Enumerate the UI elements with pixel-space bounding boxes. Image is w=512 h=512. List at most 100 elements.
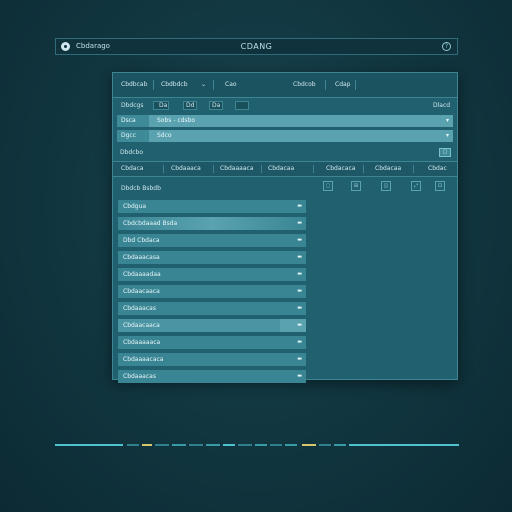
chevron-icon: ▬ — [297, 339, 302, 345]
columns-icon[interactable]: ◫ — [381, 181, 391, 191]
timeline-segment — [255, 444, 267, 446]
divider — [325, 80, 326, 90]
chevron-icon: ▬ — [297, 322, 302, 328]
window-title: CDANG — [240, 42, 273, 51]
column-header[interactable]: Cbdaaaaca — [220, 165, 254, 172]
chevron-icon: ▬ — [297, 203, 302, 209]
help-icon[interactable]: ? — [442, 42, 451, 51]
column-header[interactable]: Cbdacaa — [268, 165, 294, 172]
filter-cell[interactable]: Cdap — [335, 81, 350, 88]
list-item-label: Cbdaacaaca — [123, 322, 160, 329]
chevron-icon: ▬ — [297, 373, 302, 379]
timeline-segment — [206, 444, 220, 446]
timeline-segment — [238, 444, 252, 446]
column-header[interactable]: Cbdaaaca — [171, 165, 201, 172]
list-item-label: Cbdcbdaaad Bsda — [123, 220, 178, 227]
option-box[interactable] — [235, 101, 249, 110]
option-row: Dbdcgs Da Dd Da Dlacd — [113, 98, 457, 114]
chevron-icon: ▬ — [297, 237, 302, 243]
dropdown-field[interactable]: Dsca Sobs - cdsbo ▾ — [117, 115, 453, 127]
chevron-down-icon[interactable]: ⌄ — [201, 81, 206, 88]
list-item-label: Cbdaacaaca — [123, 288, 160, 295]
list-item-label: Cbdaaacas — [123, 373, 156, 380]
timeline-segment — [349, 444, 459, 446]
expand-button[interactable]: ▢ — [439, 148, 451, 157]
chevron-down-icon[interactable]: ▾ — [446, 130, 449, 142]
timeline-segment — [142, 444, 152, 446]
divider — [213, 80, 214, 90]
field-label: Dsca — [117, 115, 149, 127]
column-header-row: Cbdaca Cbdaaaca Cbdaaaaca Cbdacaa Cbdaca… — [113, 161, 457, 177]
list-item[interactable]: Cbdaaacas ▬ — [118, 370, 306, 383]
timeline-segment — [55, 444, 123, 446]
chevron-icon: ▬ — [297, 288, 302, 294]
list-item[interactable]: Cbdaaaadaa ▬ — [118, 268, 306, 281]
divider — [313, 165, 314, 173]
timeline-segment — [285, 444, 297, 446]
divider — [355, 80, 356, 90]
list-item-selected[interactable]: Cbdaacaaca ▬ — [118, 319, 306, 332]
chevron-icon: ▬ — [297, 271, 302, 277]
list-item[interactable]: Cbdaaaacaca ▬ — [118, 353, 306, 366]
divider — [213, 165, 214, 173]
list-item[interactable]: Cbdgua ▬ — [118, 200, 306, 213]
timeline-segment — [334, 444, 346, 446]
filter-cell[interactable]: Cbdbdcb — [161, 81, 188, 88]
grid-icon[interactable]: ▢ — [323, 181, 333, 191]
chevron-down-icon[interactable]: ▾ — [446, 115, 449, 127]
option-label: Dlacd — [433, 102, 451, 109]
list-item-label: Cbdaaaadaa — [123, 271, 161, 278]
timeline-segment — [172, 444, 186, 446]
expand-icon[interactable]: ⤢ — [411, 181, 421, 191]
timeline-segment — [127, 444, 139, 446]
timeline-segment — [319, 444, 331, 446]
option-value: Dd — [186, 102, 195, 109]
list-item-label: Cbdaaacasa — [123, 254, 160, 261]
selection-highlight — [280, 319, 306, 332]
divider — [153, 80, 154, 90]
chevron-icon: ▬ — [297, 356, 302, 362]
filter-cell[interactable]: Cbdcob — [293, 81, 316, 88]
list-item[interactable]: Dbd Cbdaca ▬ — [118, 234, 306, 247]
chevron-icon: ▬ — [297, 220, 302, 226]
column-header[interactable]: Cbdac — [428, 165, 447, 172]
list-item-label: Cbdaaaaaca — [123, 339, 161, 346]
column-header[interactable]: Cbdacaa — [375, 165, 401, 172]
divider — [363, 165, 364, 173]
list-item[interactable]: Cbdcbdaaad Bsda ▬ — [118, 217, 306, 230]
timeline-segment — [189, 444, 203, 446]
main-panel: Cbdbcab Cbdbdcb ⌄ Cao Cbdcob Cdap Dbdcgs… — [112, 72, 458, 383]
section-title: Dbdcb Bsbdb — [121, 185, 161, 192]
title-bar: Cbdarago CDANG ? — [55, 38, 458, 55]
filter-row: Cbdbcab Cbdbdcb ⌄ Cao Cbdcob Cdap — [113, 73, 457, 98]
list-item-label: Cbdaaacas — [123, 305, 156, 312]
chevron-icon: ▬ — [297, 254, 302, 260]
timeline-segment — [155, 444, 169, 446]
field-value: Sdco — [157, 132, 172, 139]
filter-cell[interactable]: Cao — [225, 81, 237, 88]
table-icon[interactable]: ⊞ — [351, 181, 361, 191]
timeline-segment — [223, 444, 235, 446]
option-label: Dbdcgs — [121, 102, 144, 109]
divider — [261, 165, 262, 173]
field-value: Sobs - cdsbo — [157, 117, 196, 124]
dropdown-field[interactable]: Dgcc Sdco ▾ — [117, 130, 453, 142]
list-item[interactable]: Cbdaacaaca ▬ — [118, 285, 306, 298]
progress-timeline[interactable] — [55, 444, 459, 446]
chevron-icon: ▬ — [297, 305, 302, 311]
list-item[interactable]: Cbdaaacas ▬ — [118, 302, 306, 315]
list-item-label: Cbdaaaacaca — [123, 356, 164, 363]
settings-label: Dbdcbo — [120, 149, 144, 156]
settings-row: Dbdcbo ▢ — [113, 146, 457, 160]
column-header[interactable]: Cbdacaca — [326, 165, 355, 172]
list-item-label: Cbdgua — [123, 203, 147, 210]
timeline-segment — [302, 444, 316, 446]
frame-icon[interactable]: ⊡ — [435, 181, 445, 191]
list-item-label: Dbd Cbdaca — [123, 237, 160, 244]
list-item[interactable]: Cbdaaacasa ▬ — [118, 251, 306, 264]
column-header[interactable]: Cbdaca — [121, 165, 143, 172]
list-item[interactable]: Cbdaaaaaca ▬ — [118, 336, 306, 349]
option-value: Da — [159, 102, 168, 109]
filter-cell[interactable]: Cbdbcab — [121, 81, 147, 88]
divider — [163, 165, 164, 173]
